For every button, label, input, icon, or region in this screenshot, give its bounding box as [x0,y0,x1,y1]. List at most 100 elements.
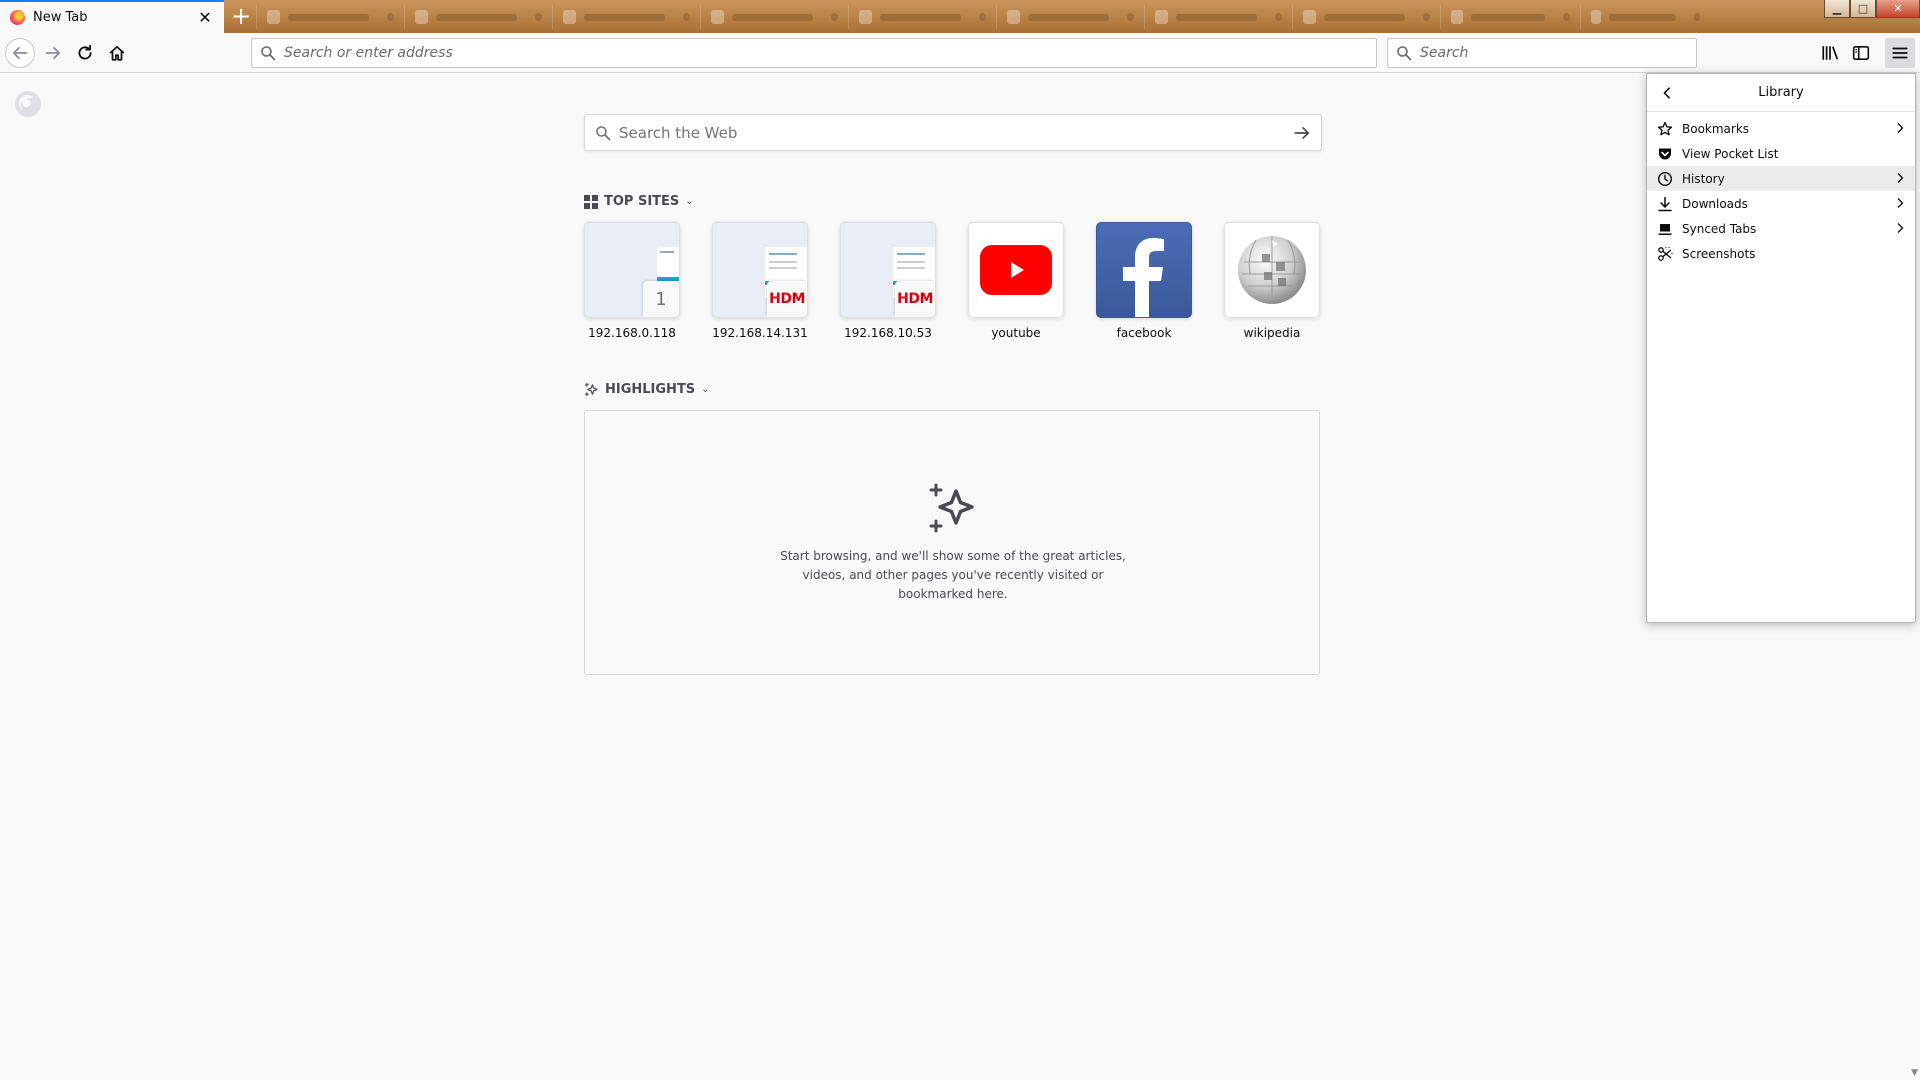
tab-favicon-icon [1591,10,1602,24]
tab-new-tab[interactable]: New Tab ✕ [0,0,224,33]
panel-back-button[interactable] [1657,83,1677,103]
background-tab[interactable] [256,5,404,29]
tab-close-icon[interactable] [978,13,986,21]
chevron-right-icon [1895,222,1905,237]
tab-close-icon[interactable] [386,13,394,21]
library-item-label: Screenshots [1682,246,1756,261]
pocket-icon [1657,146,1673,162]
hdm-logo-badge: HDM [767,281,807,317]
library-panel: Library Bookmarks View Pocket List Histo… [1646,73,1916,623]
top-site-tile[interactable]: HDM 192.168.10.53 [840,222,936,340]
minimize-button[interactable]: ▁ [1824,0,1850,18]
maximize-button[interactable]: □ [1850,0,1876,18]
tab-close-icon[interactable]: ✕ [196,8,214,27]
library-item-label: Bookmarks [1682,121,1750,136]
search-bar[interactable] [1387,38,1697,68]
top-site-label: youtube [991,326,1041,340]
reload-button[interactable] [70,38,100,68]
firefox-logo-icon [15,91,41,117]
top-sites-header[interactable]: TOP SITES ⌄ [584,194,694,209]
sidebar-button[interactable] [1846,38,1876,68]
window-controls: ▁ □ ✕ [1824,0,1920,18]
blurred-tab-title [583,13,665,21]
blurred-tab-title [879,13,961,21]
tab-favicon-icon [563,10,576,24]
web-search-input[interactable] [619,117,1293,148]
hamburger-menu-icon [1892,47,1908,59]
blurred-tab-title [287,13,369,21]
tab-favicon-icon [859,10,872,24]
chevron-down-icon[interactable]: ⌄ [685,196,693,207]
background-tab[interactable] [1440,5,1580,29]
background-tab[interactable] [404,5,552,29]
tab-close-icon[interactable] [830,13,838,21]
library-item-synced-tabs[interactable]: Synced Tabs [1647,216,1915,241]
library-item-label: Downloads [1682,196,1748,211]
library-item-history[interactable]: History [1647,166,1915,191]
library-item-pocket[interactable]: View Pocket List [1647,141,1915,166]
tab-strip: New Tab ✕ + ▁ □ ✕ [0,0,1920,33]
background-tab[interactable] [996,5,1144,29]
highlights-header[interactable]: HIGHLIGHTS ⌄ [584,382,710,397]
blurred-tab-title [1027,13,1109,21]
search-icon [596,125,611,140]
close-window-button[interactable]: ✕ [1876,0,1920,18]
home-button[interactable] [102,38,132,68]
blurred-tab-title [1609,13,1677,21]
library-panel-header: Library [1647,74,1915,112]
blurred-tab-title [1323,13,1405,21]
top-site-label: 192.168.14.131 [712,326,808,340]
scroll-down-arrow-icon[interactable]: ▼ [1911,1068,1918,1078]
library-item-downloads[interactable]: Downloads [1647,191,1915,216]
sidebar-icon [1852,46,1870,60]
tab-close-icon[interactable] [1563,13,1570,21]
chevron-down-icon[interactable]: ⌄ [701,384,709,395]
tab-close-icon[interactable] [1126,13,1134,21]
chevron-right-icon [1895,197,1905,212]
back-button[interactable] [5,38,35,68]
web-search-box[interactable] [584,114,1322,151]
top-site-tile-facebook[interactable]: facebook [1096,222,1192,340]
library-icon [1822,46,1839,60]
top-site-label: 192.168.10.53 [844,326,932,340]
address-bar[interactable] [251,38,1377,68]
arrow-right-icon[interactable] [1293,124,1311,142]
tab-close-icon[interactable] [534,13,542,21]
tab-close-icon[interactable] [1422,13,1430,21]
scissors-icon [1657,246,1673,262]
top-site-label: 192.168.0.118 [588,326,676,340]
address-input[interactable] [284,40,1376,66]
forward-button[interactable] [38,38,68,68]
wikipedia-globe-icon [1224,222,1320,318]
top-site-tile-youtube[interactable]: youtube [968,222,1064,340]
tab-close-icon[interactable] [1274,13,1282,21]
chevron-right-icon [1895,122,1905,137]
background-tab[interactable] [848,5,996,29]
search-input[interactable] [1420,40,1696,66]
tab-close-icon[interactable] [1694,13,1700,21]
new-tab-button[interactable]: + [228,4,254,30]
top-site-label: facebook [1116,326,1172,340]
background-tab[interactable] [1580,5,1710,29]
library-panel-title: Library [1758,85,1804,100]
library-item-bookmarks[interactable]: Bookmarks [1647,116,1915,141]
background-tab[interactable] [1144,5,1292,29]
top-site-tile[interactable]: 1 192.168.0.118 [584,222,680,340]
arrow-right-icon [45,47,61,59]
library-button[interactable] [1815,38,1845,68]
tab-close-icon[interactable] [682,13,690,21]
library-item-screenshots[interactable]: Screenshots [1647,241,1915,266]
reload-icon [78,44,92,60]
tab-title: New Tab [33,10,88,25]
sparkle-icon [929,483,974,533]
open-menu-button[interactable] [1885,38,1915,68]
background-tab[interactable] [1292,5,1440,29]
top-site-tile[interactable]: HDM 192.168.14.131 [712,222,808,340]
background-tab[interactable] [552,5,700,29]
top-site-tile-wikipedia[interactable]: wikipedia [1224,222,1320,340]
blurred-tab-title [435,13,517,21]
facebook-logo-icon [1096,222,1192,318]
site-badge: 1 [643,281,679,317]
background-tab[interactable] [700,5,848,29]
youtube-logo-icon [968,222,1064,318]
